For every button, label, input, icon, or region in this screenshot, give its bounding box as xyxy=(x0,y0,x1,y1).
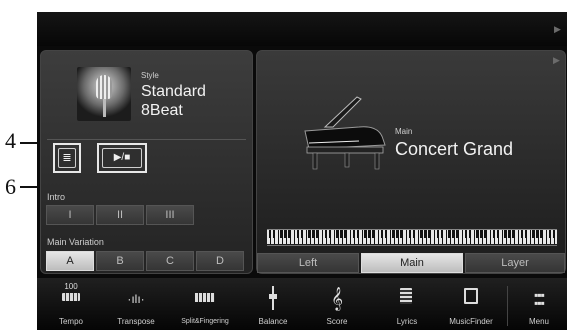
balance-knob xyxy=(269,294,277,299)
music-finder-icon xyxy=(464,288,478,304)
score-label: Score xyxy=(326,317,348,326)
keyboard-range-display xyxy=(267,229,557,244)
footer-divider xyxy=(507,286,508,326)
part-tab-layer[interactable]: Layer xyxy=(465,253,565,273)
footer-item-tempo[interactable]: 100 Tempo xyxy=(51,282,91,328)
keyboard-black-keys xyxy=(267,230,557,238)
style-panel: Style Standard 8Beat ≣ ▶/■ Intro I II II… xyxy=(40,50,253,274)
callout-6: 6 xyxy=(5,174,16,199)
footer-item-balance[interactable]: Balance xyxy=(249,282,297,328)
style-name-line2[interactable]: 8Beat xyxy=(141,101,183,120)
transpose-icon: ·ılı· xyxy=(127,292,145,306)
callout-4: 4 xyxy=(5,128,16,153)
grand-piano-icon[interactable] xyxy=(299,91,391,171)
balance-label: Balance xyxy=(258,317,288,326)
split-fingering-label: Split&Fingering xyxy=(181,318,229,325)
part-tab-main[interactable]: Main xyxy=(361,253,463,273)
footer-item-split-fingering[interactable]: Split&Fingering xyxy=(173,282,237,328)
top-right-arrow-icon[interactable]: ▶ xyxy=(554,24,561,35)
microphone-stand xyxy=(103,99,106,117)
menu-grid-icon-row2: ▪▪▪ xyxy=(534,296,545,310)
style-category-label: Style xyxy=(141,71,159,80)
style-separator xyxy=(47,139,246,140)
tempo-label: Tempo xyxy=(58,317,83,326)
transpose-label: Transpose xyxy=(117,317,155,326)
top-bar: ▶ xyxy=(37,12,567,46)
keyboard-split-icon xyxy=(195,293,215,302)
voice-name[interactable]: Concert Grand xyxy=(395,138,513,160)
style-name-line1[interactable]: Standard xyxy=(141,82,206,101)
tempo-icon xyxy=(62,293,80,301)
intro-button-3[interactable]: III xyxy=(146,205,194,225)
keyboard-base-line xyxy=(267,245,557,246)
menu-label: Menu xyxy=(528,317,549,326)
footer-item-lyrics[interactable]: Lyrics xyxy=(383,282,431,328)
variation-button-d[interactable]: D xyxy=(196,251,244,271)
intro-label: Intro xyxy=(47,192,66,202)
part-tab-left[interactable]: Left xyxy=(257,253,359,273)
intro-button-1[interactable]: I xyxy=(46,205,94,225)
variation-button-c[interactable]: C xyxy=(146,251,194,271)
voice-part-label: Main xyxy=(395,127,413,136)
start-stop-button[interactable]: ▶/■ xyxy=(102,148,142,168)
lyrics-icon xyxy=(400,288,412,304)
microphone-icon xyxy=(96,75,112,99)
variation-button-b[interactable]: B xyxy=(96,251,144,271)
tempo-value: 100 xyxy=(64,282,78,291)
scroll-down-button[interactable]: ≣ xyxy=(58,148,76,168)
footer-item-transpose[interactable]: ·ılı· Transpose xyxy=(109,282,163,328)
voice-panel: ▶ Main Concert Grand Left Main Layer xyxy=(256,50,566,274)
footer-item-menu[interactable]: ▪▪▪ ▪▪▪ Menu xyxy=(515,282,563,328)
footer-item-score[interactable]: 𝄞 Score xyxy=(313,282,361,328)
footer-bar: 100 Tempo ·ılı· Transpose Split&Fingerin… xyxy=(37,278,567,330)
musicfinder-label: MusicFinder xyxy=(449,317,493,326)
variation-button-a[interactable]: A xyxy=(46,251,94,271)
main-variation-label: Main Variation xyxy=(47,237,104,247)
treble-clef-icon: 𝄞 xyxy=(331,286,343,310)
style-thumbnail[interactable] xyxy=(77,67,131,121)
lyrics-label: Lyrics xyxy=(396,317,418,326)
intro-button-2[interactable]: II xyxy=(96,205,144,225)
footer-item-musicfinder[interactable]: MusicFinder xyxy=(439,282,503,328)
voice-panel-arrow-icon[interactable]: ▶ xyxy=(553,55,560,66)
display-screen: ▶ Style Standard 8Beat ≣ ▶/■ Intro I II … xyxy=(37,12,567,330)
